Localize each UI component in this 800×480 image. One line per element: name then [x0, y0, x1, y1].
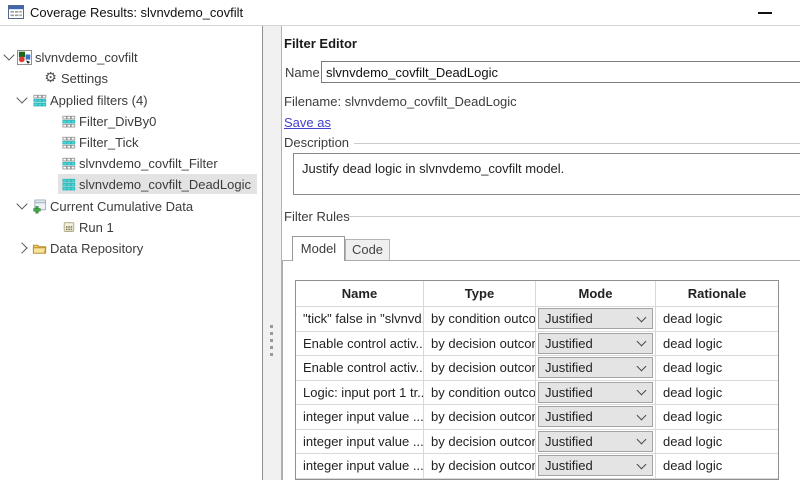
description-divider [354, 143, 800, 144]
rule-mode-cell: Justified [536, 430, 656, 455]
filename-text: Filename: slvnvdemo_covfilt_DeadLogic [284, 94, 517, 109]
column-header-type: Type [424, 281, 536, 307]
filter-rules-divider [348, 216, 800, 217]
rule-type-cell: by decision outcome [424, 430, 536, 455]
rule-mode-cell: Justified [536, 381, 656, 406]
column-header-rationale: Rationale [656, 281, 778, 307]
chevron-right-icon[interactable] [16, 242, 27, 253]
tree-item-applied-filters-4[interactable]: Applied filters (4) [0, 90, 262, 110]
title-bar: Coverage Results: slvnvdemo_covfilt [0, 0, 800, 26]
mode-dropdown[interactable]: Justified [538, 406, 653, 427]
save-as-link[interactable]: Save as [284, 115, 331, 130]
tree-item-slvnvdemo-covfilt-deadlogic[interactable]: slvnvdemo_covfilt_DeadLogic [0, 174, 262, 194]
rule-name-cell: integer input value ... [296, 454, 424, 479]
rule-name-cell: integer input value ... [296, 430, 424, 455]
rule-type-cell: by decision outcome [424, 356, 536, 381]
chevron-down-icon [637, 361, 647, 371]
filter-icon [61, 134, 76, 150]
filter-active-icon [61, 176, 76, 192]
rule-type-cell: by decision outcome [424, 332, 536, 357]
description-label: Description [284, 135, 349, 150]
rule-type-cell: by condition outcome [424, 307, 536, 332]
rule-name-cell: Enable control activ... [296, 332, 424, 357]
minimize-icon [758, 12, 772, 14]
filter-rules-table: NameTypeModeRationale "tick" false in "sl… [295, 280, 779, 480]
rule-mode-cell: Justified [536, 454, 656, 479]
chevron-down-icon [637, 312, 647, 322]
filter-rules-label: Filter Rules [284, 209, 350, 224]
mode-dropdown[interactable]: Justified [538, 382, 653, 403]
cumulative-data-icon [32, 198, 47, 214]
chevron-down-icon [637, 435, 647, 445]
tree-item-filter-divby0[interactable]: Filter_DivBy0 [0, 111, 262, 131]
tree-item-slvnvdemo-covfilt-filter[interactable]: slvnvdemo_covfilt_Filter [0, 153, 262, 173]
mode-dropdown[interactable]: Justified [538, 333, 653, 354]
tree-item-data-repository[interactable]: Data Repository [0, 238, 262, 258]
chevron-down-icon [637, 459, 647, 469]
filter-icon [61, 155, 76, 171]
rule-rationale-cell: dead logic [656, 430, 778, 455]
rule-name-cell: "tick" false in "slvnvd... [296, 307, 424, 332]
rule-name-cell: Logic: input port 1 tr... [296, 381, 424, 406]
rule-mode-cell: Justified [536, 356, 656, 381]
minimize-button[interactable] [754, 3, 776, 21]
filter-name-input[interactable] [321, 61, 800, 83]
rule-mode-cell: Justified [536, 405, 656, 430]
filter-editor-title: Filter Editor [284, 36, 357, 51]
gear-icon: ⚙ [43, 70, 58, 86]
rule-mode-cell: Justified [536, 332, 656, 357]
chevron-down-icon [637, 337, 647, 347]
filter-icon [61, 113, 76, 129]
name-label: Name [285, 65, 320, 80]
rule-name-cell: integer input value ... [296, 405, 424, 430]
filter-editor-panel: Filter Editor Name Filename: slvnvdemo_c… [282, 26, 800, 480]
column-header-name: Name [296, 281, 424, 307]
rule-rationale-cell: dead logic [656, 356, 778, 381]
rule-rationale-cell: dead logic [656, 405, 778, 430]
rule-rationale-cell: dead logic [656, 454, 778, 479]
tree-item-run-1[interactable]: Run 1 [0, 217, 262, 237]
results-tree: slvnvdemo_covfilt ⚙ Settings Applied fil… [0, 26, 263, 480]
tree-item-settings[interactable]: ⚙ Settings [0, 68, 262, 88]
rule-rationale-cell: dead logic [656, 307, 778, 332]
chevron-down-icon[interactable] [16, 198, 27, 209]
rule-type-cell: by decision outcome [424, 454, 536, 479]
tree-item-current-cumulative-data[interactable]: Current Cumulative Data [0, 196, 262, 216]
tab-model[interactable]: Model [292, 236, 345, 261]
applied-filters-icon [32, 92, 47, 108]
mode-dropdown[interactable]: Justified [538, 357, 653, 378]
rule-mode-cell: Justified [536, 307, 656, 332]
chevron-down-icon[interactable] [3, 49, 14, 60]
rule-type-cell: by condition outcome [424, 381, 536, 406]
rule-type-cell: by decision outcome [424, 405, 536, 430]
mode-dropdown[interactable]: Justified [538, 431, 653, 452]
description-textarea[interactable]: Justify dead logic in slvnvdemo_covfilt … [293, 153, 800, 195]
mode-dropdown[interactable]: Justified [538, 455, 653, 476]
folder-icon [32, 240, 47, 256]
simulink-model-icon [17, 49, 32, 65]
tree-item-slvnvdemo-covfilt[interactable]: slvnvdemo_covfilt [0, 47, 262, 67]
mode-dropdown[interactable]: Justified [538, 308, 653, 329]
chevron-down-icon[interactable] [16, 92, 27, 103]
window-title: Coverage Results: slvnvdemo_covfilt [30, 5, 243, 20]
chevron-down-icon [637, 410, 647, 420]
rule-rationale-cell: dead logic [656, 332, 778, 357]
column-header-mode: Mode [536, 281, 656, 307]
tree-item-filter-tick[interactable]: Filter_Tick [0, 132, 262, 152]
splitter-grip-icon [270, 325, 273, 328]
chevron-down-icon [637, 386, 647, 396]
panel-splitter[interactable] [263, 26, 282, 480]
rule-rationale-cell: dead logic [656, 381, 778, 406]
tab-code[interactable]: Code [345, 239, 390, 260]
window-icon [8, 5, 24, 20]
rule-name-cell: Enable control activ... [296, 356, 424, 381]
coverage-results-window: Coverage Results: slvnvdemo_covfilt slvn… [0, 0, 800, 480]
run-icon [61, 219, 76, 235]
